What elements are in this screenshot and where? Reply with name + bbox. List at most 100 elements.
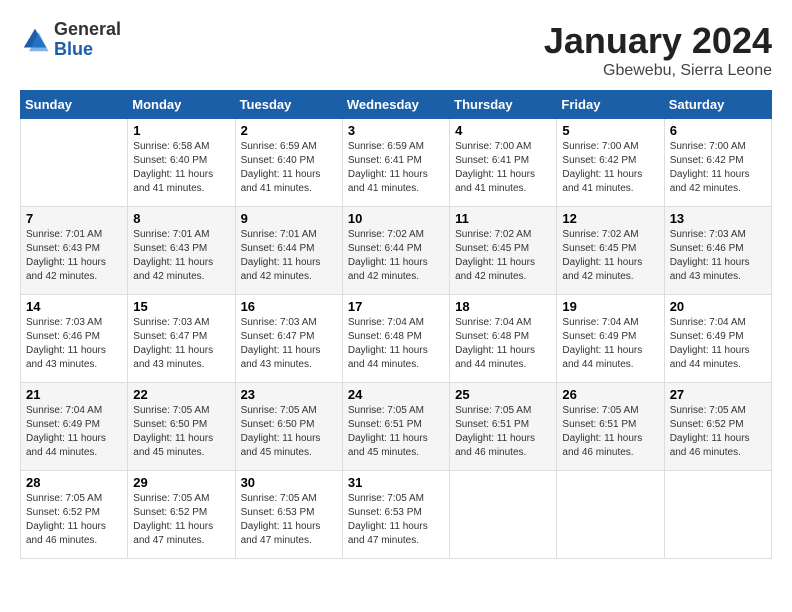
logo-general: General (54, 20, 121, 40)
page-header: General Blue January 2024 Gbewebu, Sierr… (20, 20, 772, 80)
sunrise: Sunrise: 7:04 AM (455, 317, 531, 328)
day-info: Sunrise: 7:05 AM Sunset: 6:53 PM Dayligh… (348, 492, 444, 548)
daylight: Daylight: 11 hours and 41 minutes. (562, 169, 642, 194)
sunrise: Sunrise: 7:03 AM (241, 317, 317, 328)
sunset: Sunset: 6:53 PM (348, 507, 422, 518)
sunrise: Sunrise: 7:05 AM (348, 493, 424, 504)
day-number: 12 (562, 211, 658, 226)
calendar-cell: 27 Sunrise: 7:05 AM Sunset: 6:52 PM Dayl… (664, 383, 771, 471)
calendar-cell: 5 Sunrise: 7:00 AM Sunset: 6:42 PM Dayli… (557, 119, 664, 207)
sunset: Sunset: 6:51 PM (455, 419, 529, 430)
sunrise: Sunrise: 7:01 AM (133, 229, 209, 240)
day-info: Sunrise: 7:03 AM Sunset: 6:47 PM Dayligh… (133, 316, 229, 372)
day-info: Sunrise: 7:01 AM Sunset: 6:43 PM Dayligh… (26, 228, 122, 284)
daylight: Daylight: 11 hours and 42 minutes. (670, 169, 750, 194)
calendar-cell (664, 471, 771, 559)
calendar-week-row: 21 Sunrise: 7:04 AM Sunset: 6:49 PM Dayl… (21, 383, 772, 471)
day-number: 14 (26, 299, 122, 314)
calendar-cell: 1 Sunrise: 6:58 AM Sunset: 6:40 PM Dayli… (128, 119, 235, 207)
day-info: Sunrise: 7:03 AM Sunset: 6:46 PM Dayligh… (26, 316, 122, 372)
day-number: 23 (241, 387, 337, 402)
sunrise: Sunrise: 6:59 AM (348, 141, 424, 152)
day-number: 31 (348, 475, 444, 490)
daylight: Daylight: 11 hours and 42 minutes. (241, 257, 321, 282)
sunrise: Sunrise: 7:05 AM (241, 493, 317, 504)
calendar-cell: 21 Sunrise: 7:04 AM Sunset: 6:49 PM Dayl… (21, 383, 128, 471)
sunrise: Sunrise: 7:00 AM (562, 141, 638, 152)
day-info: Sunrise: 7:00 AM Sunset: 6:42 PM Dayligh… (562, 140, 658, 196)
weekday-header: Saturday (664, 91, 771, 119)
sunset: Sunset: 6:51 PM (348, 419, 422, 430)
sunset: Sunset: 6:40 PM (241, 155, 315, 166)
day-number: 6 (670, 123, 766, 138)
weekday-header-row: SundayMondayTuesdayWednesdayThursdayFrid… (21, 91, 772, 119)
day-number: 18 (455, 299, 551, 314)
title-block: January 2024 Gbewebu, Sierra Leone (544, 20, 772, 80)
daylight: Daylight: 11 hours and 47 minutes. (133, 521, 213, 546)
sunset: Sunset: 6:44 PM (241, 243, 315, 254)
weekday-header: Wednesday (342, 91, 449, 119)
day-number: 2 (241, 123, 337, 138)
calendar-table: SundayMondayTuesdayWednesdayThursdayFrid… (20, 90, 772, 559)
day-info: Sunrise: 7:04 AM Sunset: 6:49 PM Dayligh… (562, 316, 658, 372)
sunset: Sunset: 6:43 PM (26, 243, 100, 254)
day-number: 8 (133, 211, 229, 226)
sunset: Sunset: 6:50 PM (241, 419, 315, 430)
calendar-week-row: 1 Sunrise: 6:58 AM Sunset: 6:40 PM Dayli… (21, 119, 772, 207)
calendar-cell: 28 Sunrise: 7:05 AM Sunset: 6:52 PM Dayl… (21, 471, 128, 559)
sunrise: Sunrise: 7:03 AM (670, 229, 746, 240)
day-info: Sunrise: 7:02 AM Sunset: 6:45 PM Dayligh… (562, 228, 658, 284)
sunset: Sunset: 6:53 PM (241, 507, 315, 518)
daylight: Daylight: 11 hours and 46 minutes. (670, 433, 750, 458)
sunset: Sunset: 6:45 PM (562, 243, 636, 254)
location: Gbewebu, Sierra Leone (544, 62, 772, 80)
day-info: Sunrise: 7:05 AM Sunset: 6:51 PM Dayligh… (455, 404, 551, 460)
month-title: January 2024 (544, 20, 772, 62)
sunset: Sunset: 6:42 PM (670, 155, 744, 166)
sunrise: Sunrise: 7:05 AM (133, 493, 209, 504)
day-info: Sunrise: 7:05 AM Sunset: 6:52 PM Dayligh… (670, 404, 766, 460)
daylight: Daylight: 11 hours and 44 minutes. (670, 345, 750, 370)
calendar-cell: 15 Sunrise: 7:03 AM Sunset: 6:47 PM Dayl… (128, 295, 235, 383)
day-number: 20 (670, 299, 766, 314)
calendar-cell: 30 Sunrise: 7:05 AM Sunset: 6:53 PM Dayl… (235, 471, 342, 559)
sunset: Sunset: 6:46 PM (26, 331, 100, 342)
day-info: Sunrise: 7:05 AM Sunset: 6:53 PM Dayligh… (241, 492, 337, 548)
calendar-cell: 29 Sunrise: 7:05 AM Sunset: 6:52 PM Dayl… (128, 471, 235, 559)
sunset: Sunset: 6:48 PM (348, 331, 422, 342)
day-number: 22 (133, 387, 229, 402)
sunset: Sunset: 6:50 PM (133, 419, 207, 430)
calendar-week-row: 28 Sunrise: 7:05 AM Sunset: 6:52 PM Dayl… (21, 471, 772, 559)
day-info: Sunrise: 7:03 AM Sunset: 6:47 PM Dayligh… (241, 316, 337, 372)
calendar-cell: 16 Sunrise: 7:03 AM Sunset: 6:47 PM Dayl… (235, 295, 342, 383)
day-info: Sunrise: 7:01 AM Sunset: 6:43 PM Dayligh… (133, 228, 229, 284)
daylight: Daylight: 11 hours and 44 minutes. (26, 433, 106, 458)
calendar-cell: 4 Sunrise: 7:00 AM Sunset: 6:41 PM Dayli… (450, 119, 557, 207)
day-info: Sunrise: 7:04 AM Sunset: 6:48 PM Dayligh… (455, 316, 551, 372)
day-info: Sunrise: 7:00 AM Sunset: 6:41 PM Dayligh… (455, 140, 551, 196)
calendar-cell (450, 471, 557, 559)
day-number: 15 (133, 299, 229, 314)
day-info: Sunrise: 7:02 AM Sunset: 6:45 PM Dayligh… (455, 228, 551, 284)
sunset: Sunset: 6:40 PM (133, 155, 207, 166)
logo: General Blue (20, 20, 121, 60)
daylight: Daylight: 11 hours and 42 minutes. (26, 257, 106, 282)
sunset: Sunset: 6:42 PM (562, 155, 636, 166)
daylight: Daylight: 11 hours and 44 minutes. (348, 345, 428, 370)
day-info: Sunrise: 6:59 AM Sunset: 6:41 PM Dayligh… (348, 140, 444, 196)
daylight: Daylight: 11 hours and 43 minutes. (133, 345, 213, 370)
calendar-cell: 14 Sunrise: 7:03 AM Sunset: 6:46 PM Dayl… (21, 295, 128, 383)
sunrise: Sunrise: 7:03 AM (26, 317, 102, 328)
sunrise: Sunrise: 7:05 AM (562, 405, 638, 416)
day-info: Sunrise: 7:04 AM Sunset: 6:49 PM Dayligh… (670, 316, 766, 372)
sunrise: Sunrise: 7:04 AM (348, 317, 424, 328)
day-info: Sunrise: 7:01 AM Sunset: 6:44 PM Dayligh… (241, 228, 337, 284)
sunrise: Sunrise: 7:04 AM (562, 317, 638, 328)
day-number: 28 (26, 475, 122, 490)
calendar-cell: 2 Sunrise: 6:59 AM Sunset: 6:40 PM Dayli… (235, 119, 342, 207)
day-info: Sunrise: 7:04 AM Sunset: 6:49 PM Dayligh… (26, 404, 122, 460)
day-info: Sunrise: 7:05 AM Sunset: 6:52 PM Dayligh… (133, 492, 229, 548)
logo-icon (20, 25, 50, 55)
day-number: 7 (26, 211, 122, 226)
day-info: Sunrise: 7:05 AM Sunset: 6:50 PM Dayligh… (133, 404, 229, 460)
